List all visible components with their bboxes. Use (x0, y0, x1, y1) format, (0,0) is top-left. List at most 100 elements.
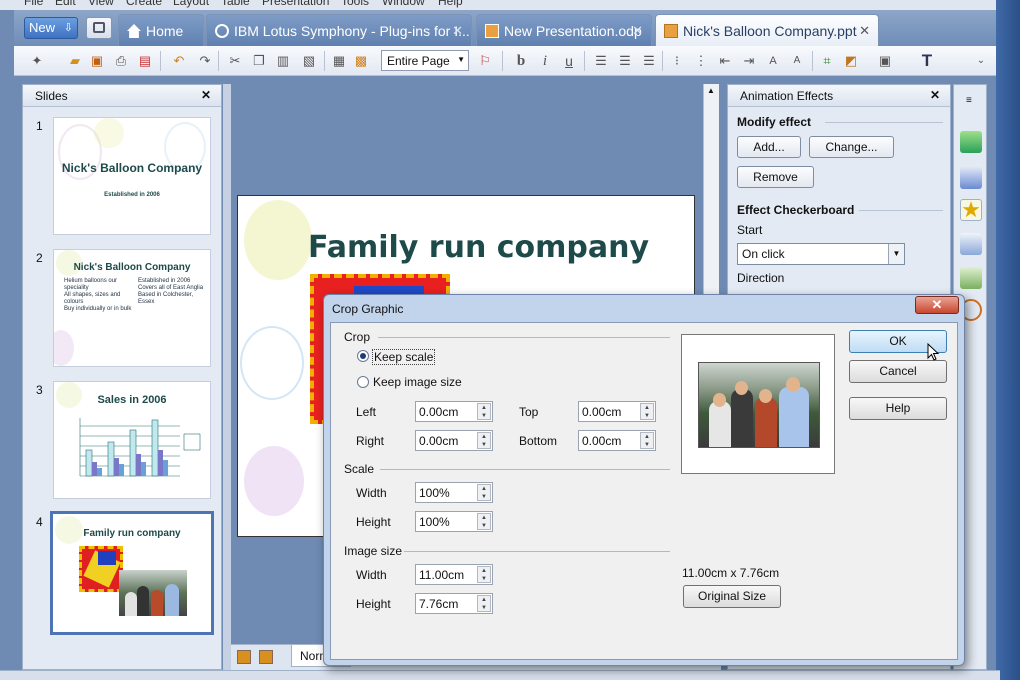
align-right-icon[interactable]: ☰ (640, 52, 658, 70)
menu-file[interactable]: File (24, 0, 43, 8)
crop-icon[interactable]: ⌗ (818, 52, 836, 70)
show-desktop-button[interactable] (86, 17, 112, 39)
zoom-select[interactable]: Entire Page ▼ (381, 50, 469, 71)
scroll-up-icon[interactable]: ▲ (707, 86, 715, 95)
transition-icon[interactable] (960, 233, 982, 255)
sidebar-menu-icon[interactable]: ≡ (966, 95, 972, 106)
new-document-icon[interactable]: ✦ (28, 52, 46, 70)
add-effect-button[interactable]: Add... (737, 136, 801, 158)
font-color-icon[interactable]: ⚐ (476, 52, 494, 70)
align-center-icon[interactable]: ☰ (616, 52, 634, 70)
tab-new-presentation[interactable]: New Presentation.odp ✕ (476, 14, 652, 46)
tab-home[interactable]: Home (118, 14, 204, 46)
image-gallery-icon[interactable] (960, 267, 982, 289)
spinner-arrows-icon[interactable]: ▲ ▼ (640, 432, 654, 449)
menu-help[interactable]: Help (438, 0, 463, 8)
slide-thumbnail-3[interactable]: Sales in 2006 (53, 381, 211, 499)
menu-window[interactable]: Window (382, 0, 425, 8)
scale-height-field[interactable]: 100% ▲ ▼ (415, 511, 493, 532)
spinner-arrows-icon[interactable]: ▲ ▼ (477, 403, 491, 420)
tab-nicks-balloon[interactable]: Nick's Balloon Company.ppt ✕ (655, 14, 879, 46)
change-effect-button[interactable]: Change... (809, 136, 894, 158)
help-button[interactable]: Help (849, 397, 947, 420)
cube-icon[interactable] (960, 131, 982, 153)
menu-edit[interactable]: Edit (55, 0, 76, 8)
slide-thumbnail-4[interactable]: Family run company (50, 511, 214, 635)
undo-icon[interactable]: ↶ (170, 52, 188, 70)
increase-indent-icon[interactable]: ⇥ (740, 52, 758, 70)
menu-table[interactable]: Table (221, 0, 250, 8)
spinner-arrows-icon[interactable]: ▲ ▼ (477, 595, 491, 612)
tab-plugins[interactable]: IBM Lotus Symphony - Plug-ins for I... ✕ (206, 14, 472, 46)
cut-icon[interactable]: ✂ (226, 52, 244, 70)
spinner-arrows-icon[interactable]: ▲ ▼ (640, 403, 654, 420)
presentation-icon (485, 24, 499, 38)
keep-scale-label[interactable]: Keep scale (372, 349, 436, 365)
redo-icon[interactable]: ↷ (196, 52, 214, 70)
keep-image-size-radio[interactable] (357, 376, 369, 388)
new-button[interactable]: New ⇩ (24, 17, 78, 39)
image-icon[interactable]: ▩ (352, 52, 370, 70)
menu-presentation[interactable]: Presentation (262, 0, 329, 8)
crop-bottom-field[interactable]: 0.00cm ▲ ▼ (578, 430, 656, 451)
close-tab-icon[interactable]: ✕ (452, 23, 463, 39)
right-label: Right (356, 434, 385, 448)
table-icon[interactable]: ▦ (330, 52, 348, 70)
start-select[interactable]: On click ▼ (737, 243, 905, 265)
crop-right-field[interactable]: 0.00cm ▲ ▼ (415, 430, 493, 451)
numbering-icon[interactable]: ⋮ (692, 52, 710, 70)
decrease-indent-icon[interactable]: ⇤ (716, 52, 734, 70)
menu-create[interactable]: Create (126, 0, 162, 8)
size-width-field[interactable]: 11.00cm ▲ ▼ (415, 564, 493, 585)
menu-view[interactable]: View (88, 0, 114, 8)
close-icon[interactable]: ✕ (201, 88, 211, 102)
close-tab-icon[interactable]: ✕ (632, 23, 643, 39)
crop-top-field[interactable]: 0.00cm ▲ ▼ (578, 401, 656, 422)
open-folder-icon[interactable]: ▰ (66, 52, 84, 70)
menu-tools[interactable]: Tools (341, 0, 369, 8)
slide-title[interactable]: Family run company (308, 230, 649, 265)
shrink-font-icon[interactable]: A (788, 52, 806, 70)
copy-icon[interactable]: ❐ (250, 52, 268, 70)
grow-font-icon[interactable]: A (764, 52, 782, 70)
slide-thumbnail-1[interactable]: Nick's Balloon Company Established in 20… (53, 117, 211, 235)
italic-icon[interactable]: i (536, 52, 554, 70)
notes-view-icon[interactable] (259, 650, 273, 664)
original-size-button[interactable]: Original Size (683, 585, 781, 608)
slide-thumbnail-2[interactable]: Nick's Balloon Company Helium balloons o… (53, 249, 211, 367)
bullet: Helium balloons our speciality (64, 278, 118, 291)
remove-effect-button[interactable]: Remove (737, 166, 814, 188)
align-left-icon[interactable]: ☰ (592, 52, 610, 70)
cancel-button[interactable]: Cancel (849, 360, 947, 383)
format-painter-icon[interactable]: ▧ (300, 52, 318, 70)
crop-left-field[interactable]: 0.00cm ▲ ▼ (415, 401, 493, 422)
underline-icon[interactable]: u (560, 52, 578, 70)
close-tab-icon[interactable]: ✕ (859, 23, 870, 39)
save-icon[interactable]: ▣ (88, 52, 106, 70)
scale-group-label: Scale (344, 462, 375, 476)
chart-icon[interactable] (960, 167, 982, 189)
image-properties-icon[interactable]: ▣ (876, 52, 894, 70)
scale-width-field[interactable]: 100% ▲ ▼ (415, 482, 493, 503)
keep-image-size-label[interactable]: Keep image size (373, 375, 462, 389)
dialog-close-button[interactable]: ✕ (915, 296, 959, 314)
spinner-arrows-icon[interactable]: ▲ ▼ (477, 566, 491, 583)
size-height-field[interactable]: 7.76cm ▲ ▼ (415, 593, 493, 614)
spinner-arrows-icon[interactable]: ▲ ▼ (477, 513, 491, 530)
arrange-icon[interactable]: ◩ (842, 52, 860, 70)
menu-layout[interactable]: Layout (173, 0, 209, 8)
print-icon[interactable]: ⎙ (112, 52, 130, 70)
bullets-icon[interactable]: ⁝ (668, 52, 686, 70)
panel-splitter[interactable] (223, 84, 231, 670)
slide-view-icon[interactable] (237, 650, 251, 664)
keep-scale-radio[interactable] (357, 350, 369, 362)
toolbar-overflow-icon[interactable]: ⌄ (972, 52, 990, 70)
pdf-export-icon[interactable]: ▤ (136, 52, 154, 70)
spinner-arrows-icon[interactable]: ▲ ▼ (477, 432, 491, 449)
paste-icon[interactable]: ▥ (274, 52, 292, 70)
spinner-arrows-icon[interactable]: ▲ ▼ (477, 484, 491, 501)
text-icon[interactable]: T (918, 52, 936, 70)
bold-icon[interactable]: b (512, 52, 530, 70)
close-icon[interactable]: ✕ (930, 88, 940, 102)
star-icon[interactable]: ★ (960, 199, 982, 221)
